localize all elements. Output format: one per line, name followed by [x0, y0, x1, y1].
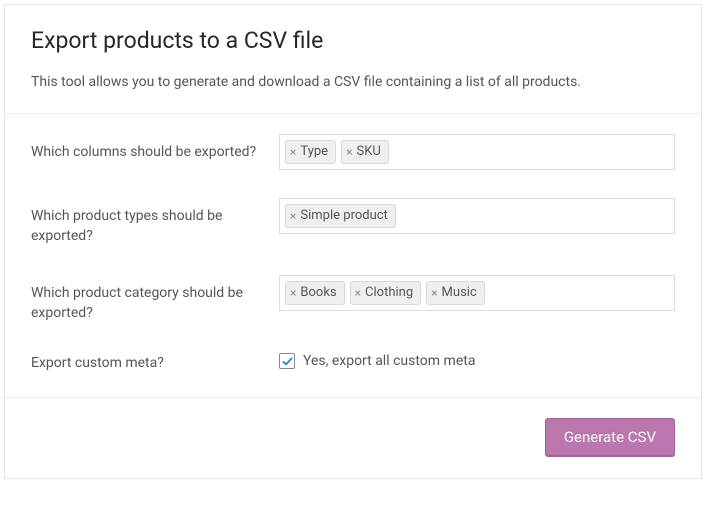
- page-description: This tool allows you to generate and dow…: [31, 72, 675, 93]
- row-categories: Which product category should be exporte…: [31, 261, 675, 338]
- tag-label: Type: [300, 143, 328, 161]
- close-icon[interactable]: ×: [346, 146, 352, 158]
- types-input[interactable]: × Simple product: [279, 198, 675, 234]
- categories-input[interactable]: × Books × Clothing × Music: [279, 275, 675, 311]
- tag-label: Music: [442, 284, 477, 302]
- row-meta: Export custom meta? Yes, export all cust…: [31, 337, 675, 387]
- tag-books[interactable]: × Books: [285, 281, 345, 305]
- close-icon[interactable]: ×: [290, 210, 296, 222]
- close-icon[interactable]: ×: [290, 287, 296, 299]
- export-card: Export products to a CSV file This tool …: [4, 4, 702, 479]
- meta-checkbox-label: Yes, export all custom meta: [303, 353, 475, 369]
- label-categories: Which product category should be exporte…: [31, 275, 279, 324]
- page-title: Export products to a CSV file: [31, 27, 675, 54]
- tag-label: SKU: [356, 143, 380, 161]
- columns-input[interactable]: × Type × SKU: [279, 134, 675, 170]
- card-header: Export products to a CSV file This tool …: [5, 5, 701, 113]
- card-footer: Generate CSV: [5, 398, 701, 478]
- export-form: Which columns should be exported? × Type…: [5, 113, 701, 398]
- row-columns: Which columns should be exported? × Type…: [31, 120, 675, 184]
- label-meta: Export custom meta?: [31, 351, 279, 373]
- tag-type[interactable]: × Type: [285, 140, 336, 164]
- check-icon: [281, 355, 294, 368]
- label-columns: Which columns should be exported?: [31, 134, 279, 162]
- tag-label: Books: [300, 284, 336, 302]
- close-icon[interactable]: ×: [431, 287, 437, 299]
- tag-simple-product[interactable]: × Simple product: [285, 204, 396, 228]
- tag-sku[interactable]: × SKU: [341, 140, 389, 164]
- tag-clothing[interactable]: × Clothing: [350, 281, 422, 305]
- tag-label: Clothing: [365, 284, 413, 302]
- tag-music[interactable]: × Music: [426, 281, 485, 305]
- generate-csv-button[interactable]: Generate CSV: [545, 418, 675, 456]
- meta-checkbox[interactable]: [279, 353, 295, 369]
- row-types: Which product types should be exported? …: [31, 184, 675, 261]
- close-icon[interactable]: ×: [290, 146, 296, 158]
- tag-label: Simple product: [300, 207, 387, 225]
- meta-checkbox-row[interactable]: Yes, export all custom meta: [279, 351, 675, 369]
- close-icon[interactable]: ×: [355, 287, 361, 299]
- label-types: Which product types should be exported?: [31, 198, 279, 247]
